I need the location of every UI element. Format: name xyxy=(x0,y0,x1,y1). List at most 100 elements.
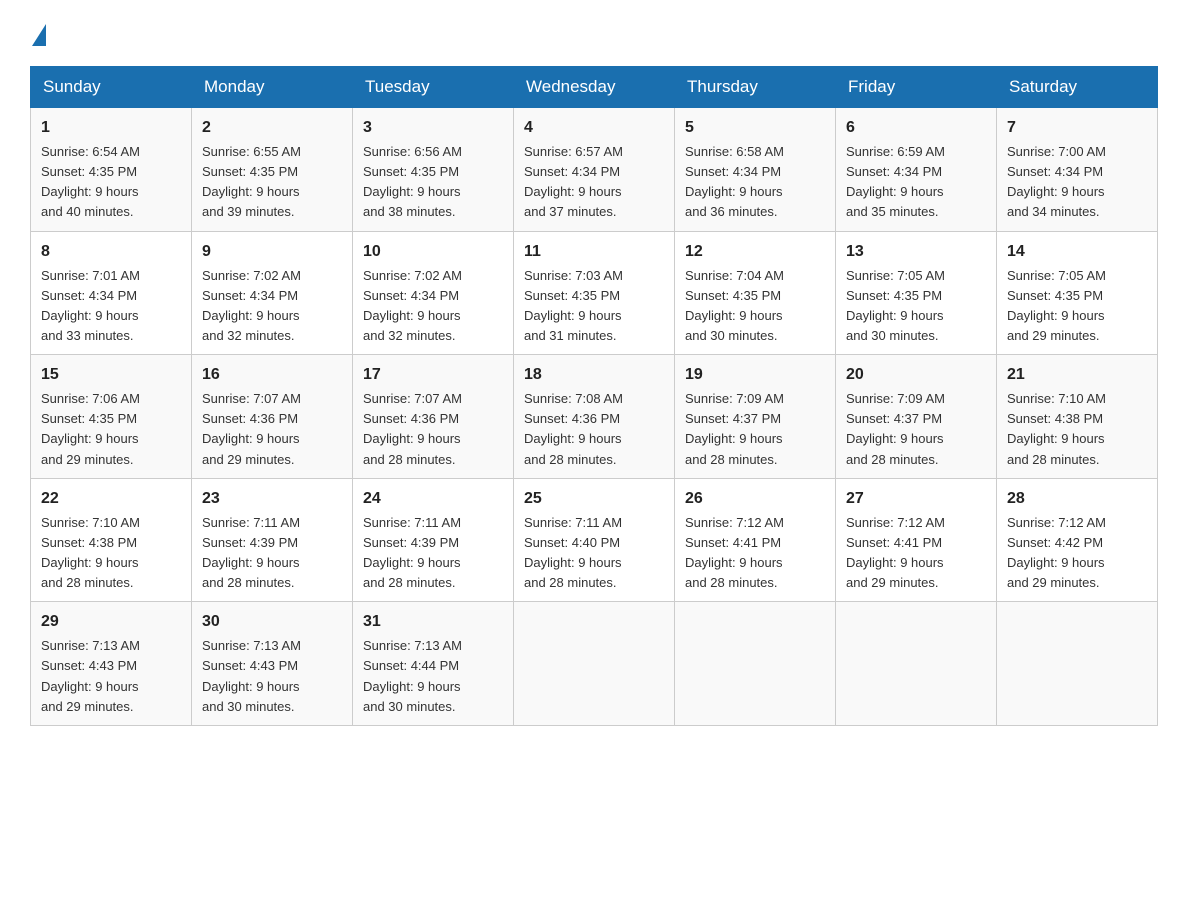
calendar-cell: 24 Sunrise: 7:11 AMSunset: 4:39 PMDaylig… xyxy=(353,478,514,602)
day-info: Sunrise: 7:02 AMSunset: 4:34 PMDaylight:… xyxy=(363,268,462,343)
day-info: Sunrise: 7:00 AMSunset: 4:34 PMDaylight:… xyxy=(1007,144,1106,219)
day-info: Sunrise: 7:13 AMSunset: 4:44 PMDaylight:… xyxy=(363,638,462,713)
day-number: 29 xyxy=(41,610,181,634)
calendar-cell: 7 Sunrise: 7:00 AMSunset: 4:34 PMDayligh… xyxy=(997,108,1158,232)
day-number: 26 xyxy=(685,487,825,511)
week-row-4: 22 Sunrise: 7:10 AMSunset: 4:38 PMDaylig… xyxy=(31,478,1158,602)
day-number: 27 xyxy=(846,487,986,511)
calendar-cell: 1 Sunrise: 6:54 AMSunset: 4:35 PMDayligh… xyxy=(31,108,192,232)
day-info: Sunrise: 6:54 AMSunset: 4:35 PMDaylight:… xyxy=(41,144,140,219)
day-info: Sunrise: 7:06 AMSunset: 4:35 PMDaylight:… xyxy=(41,391,140,466)
calendar-cell: 30 Sunrise: 7:13 AMSunset: 4:43 PMDaylig… xyxy=(192,602,353,726)
calendar-cell xyxy=(997,602,1158,726)
day-number: 6 xyxy=(846,116,986,140)
calendar-cell xyxy=(675,602,836,726)
day-number: 30 xyxy=(202,610,342,634)
calendar-cell: 11 Sunrise: 7:03 AMSunset: 4:35 PMDaylig… xyxy=(514,231,675,355)
day-header-thursday: Thursday xyxy=(675,67,836,108)
day-number: 25 xyxy=(524,487,664,511)
calendar-cell: 17 Sunrise: 7:07 AMSunset: 4:36 PMDaylig… xyxy=(353,355,514,479)
calendar-table: SundayMondayTuesdayWednesdayThursdayFrid… xyxy=(30,66,1158,726)
calendar-cell: 29 Sunrise: 7:13 AMSunset: 4:43 PMDaylig… xyxy=(31,602,192,726)
day-info: Sunrise: 7:10 AMSunset: 4:38 PMDaylight:… xyxy=(41,515,140,590)
logo xyxy=(30,20,46,46)
day-number: 22 xyxy=(41,487,181,511)
day-number: 12 xyxy=(685,240,825,264)
calendar-cell: 15 Sunrise: 7:06 AMSunset: 4:35 PMDaylig… xyxy=(31,355,192,479)
days-header-row: SundayMondayTuesdayWednesdayThursdayFrid… xyxy=(31,67,1158,108)
calendar-cell: 31 Sunrise: 7:13 AMSunset: 4:44 PMDaylig… xyxy=(353,602,514,726)
calendar-cell: 2 Sunrise: 6:55 AMSunset: 4:35 PMDayligh… xyxy=(192,108,353,232)
calendar-cell: 12 Sunrise: 7:04 AMSunset: 4:35 PMDaylig… xyxy=(675,231,836,355)
day-info: Sunrise: 7:11 AMSunset: 4:40 PMDaylight:… xyxy=(524,515,622,590)
calendar-cell: 23 Sunrise: 7:11 AMSunset: 4:39 PMDaylig… xyxy=(192,478,353,602)
day-header-tuesday: Tuesday xyxy=(353,67,514,108)
day-info: Sunrise: 7:05 AMSunset: 4:35 PMDaylight:… xyxy=(1007,268,1106,343)
day-info: Sunrise: 7:09 AMSunset: 4:37 PMDaylight:… xyxy=(846,391,945,466)
day-number: 3 xyxy=(363,116,503,140)
day-info: Sunrise: 7:04 AMSunset: 4:35 PMDaylight:… xyxy=(685,268,784,343)
day-number: 5 xyxy=(685,116,825,140)
day-number: 7 xyxy=(1007,116,1147,140)
week-row-2: 8 Sunrise: 7:01 AMSunset: 4:34 PMDayligh… xyxy=(31,231,1158,355)
day-number: 20 xyxy=(846,363,986,387)
week-row-5: 29 Sunrise: 7:13 AMSunset: 4:43 PMDaylig… xyxy=(31,602,1158,726)
calendar-cell: 20 Sunrise: 7:09 AMSunset: 4:37 PMDaylig… xyxy=(836,355,997,479)
calendar-cell: 10 Sunrise: 7:02 AMSunset: 4:34 PMDaylig… xyxy=(353,231,514,355)
day-header-monday: Monday xyxy=(192,67,353,108)
day-info: Sunrise: 7:13 AMSunset: 4:43 PMDaylight:… xyxy=(41,638,140,713)
day-number: 1 xyxy=(41,116,181,140)
day-number: 4 xyxy=(524,116,664,140)
day-header-wednesday: Wednesday xyxy=(514,67,675,108)
calendar-body: 1 Sunrise: 6:54 AMSunset: 4:35 PMDayligh… xyxy=(31,108,1158,726)
calendar-cell: 28 Sunrise: 7:12 AMSunset: 4:42 PMDaylig… xyxy=(997,478,1158,602)
page-header xyxy=(30,20,1158,46)
day-number: 11 xyxy=(524,240,664,264)
week-row-1: 1 Sunrise: 6:54 AMSunset: 4:35 PMDayligh… xyxy=(31,108,1158,232)
calendar-cell: 26 Sunrise: 7:12 AMSunset: 4:41 PMDaylig… xyxy=(675,478,836,602)
day-number: 15 xyxy=(41,363,181,387)
calendar-cell xyxy=(514,602,675,726)
day-info: Sunrise: 7:12 AMSunset: 4:42 PMDaylight:… xyxy=(1007,515,1106,590)
day-header-sunday: Sunday xyxy=(31,67,192,108)
day-number: 19 xyxy=(685,363,825,387)
calendar-cell: 14 Sunrise: 7:05 AMSunset: 4:35 PMDaylig… xyxy=(997,231,1158,355)
day-number: 13 xyxy=(846,240,986,264)
day-info: Sunrise: 7:07 AMSunset: 4:36 PMDaylight:… xyxy=(202,391,301,466)
day-info: Sunrise: 6:55 AMSunset: 4:35 PMDaylight:… xyxy=(202,144,301,219)
calendar-cell: 3 Sunrise: 6:56 AMSunset: 4:35 PMDayligh… xyxy=(353,108,514,232)
day-header-friday: Friday xyxy=(836,67,997,108)
day-info: Sunrise: 7:01 AMSunset: 4:34 PMDaylight:… xyxy=(41,268,140,343)
calendar-cell: 16 Sunrise: 7:07 AMSunset: 4:36 PMDaylig… xyxy=(192,355,353,479)
week-row-3: 15 Sunrise: 7:06 AMSunset: 4:35 PMDaylig… xyxy=(31,355,1158,479)
day-header-saturday: Saturday xyxy=(997,67,1158,108)
day-number: 2 xyxy=(202,116,342,140)
day-info: Sunrise: 7:10 AMSunset: 4:38 PMDaylight:… xyxy=(1007,391,1106,466)
calendar-cell: 8 Sunrise: 7:01 AMSunset: 4:34 PMDayligh… xyxy=(31,231,192,355)
calendar-cell: 6 Sunrise: 6:59 AMSunset: 4:34 PMDayligh… xyxy=(836,108,997,232)
day-info: Sunrise: 6:57 AMSunset: 4:34 PMDaylight:… xyxy=(524,144,623,219)
day-info: Sunrise: 7:12 AMSunset: 4:41 PMDaylight:… xyxy=(685,515,784,590)
logo-triangle-icon xyxy=(32,24,46,46)
day-info: Sunrise: 7:08 AMSunset: 4:36 PMDaylight:… xyxy=(524,391,623,466)
calendar-cell: 21 Sunrise: 7:10 AMSunset: 4:38 PMDaylig… xyxy=(997,355,1158,479)
calendar-cell: 18 Sunrise: 7:08 AMSunset: 4:36 PMDaylig… xyxy=(514,355,675,479)
day-number: 16 xyxy=(202,363,342,387)
calendar-cell: 25 Sunrise: 7:11 AMSunset: 4:40 PMDaylig… xyxy=(514,478,675,602)
day-info: Sunrise: 7:03 AMSunset: 4:35 PMDaylight:… xyxy=(524,268,623,343)
day-number: 24 xyxy=(363,487,503,511)
calendar-cell: 27 Sunrise: 7:12 AMSunset: 4:41 PMDaylig… xyxy=(836,478,997,602)
day-info: Sunrise: 6:56 AMSunset: 4:35 PMDaylight:… xyxy=(363,144,462,219)
day-info: Sunrise: 7:07 AMSunset: 4:36 PMDaylight:… xyxy=(363,391,462,466)
calendar-cell: 13 Sunrise: 7:05 AMSunset: 4:35 PMDaylig… xyxy=(836,231,997,355)
day-number: 18 xyxy=(524,363,664,387)
day-number: 9 xyxy=(202,240,342,264)
calendar-cell: 22 Sunrise: 7:10 AMSunset: 4:38 PMDaylig… xyxy=(31,478,192,602)
day-info: Sunrise: 6:59 AMSunset: 4:34 PMDaylight:… xyxy=(846,144,945,219)
day-info: Sunrise: 7:09 AMSunset: 4:37 PMDaylight:… xyxy=(685,391,784,466)
day-info: Sunrise: 7:11 AMSunset: 4:39 PMDaylight:… xyxy=(202,515,300,590)
day-number: 23 xyxy=(202,487,342,511)
calendar-cell: 19 Sunrise: 7:09 AMSunset: 4:37 PMDaylig… xyxy=(675,355,836,479)
calendar-cell: 5 Sunrise: 6:58 AMSunset: 4:34 PMDayligh… xyxy=(675,108,836,232)
day-info: Sunrise: 6:58 AMSunset: 4:34 PMDaylight:… xyxy=(685,144,784,219)
